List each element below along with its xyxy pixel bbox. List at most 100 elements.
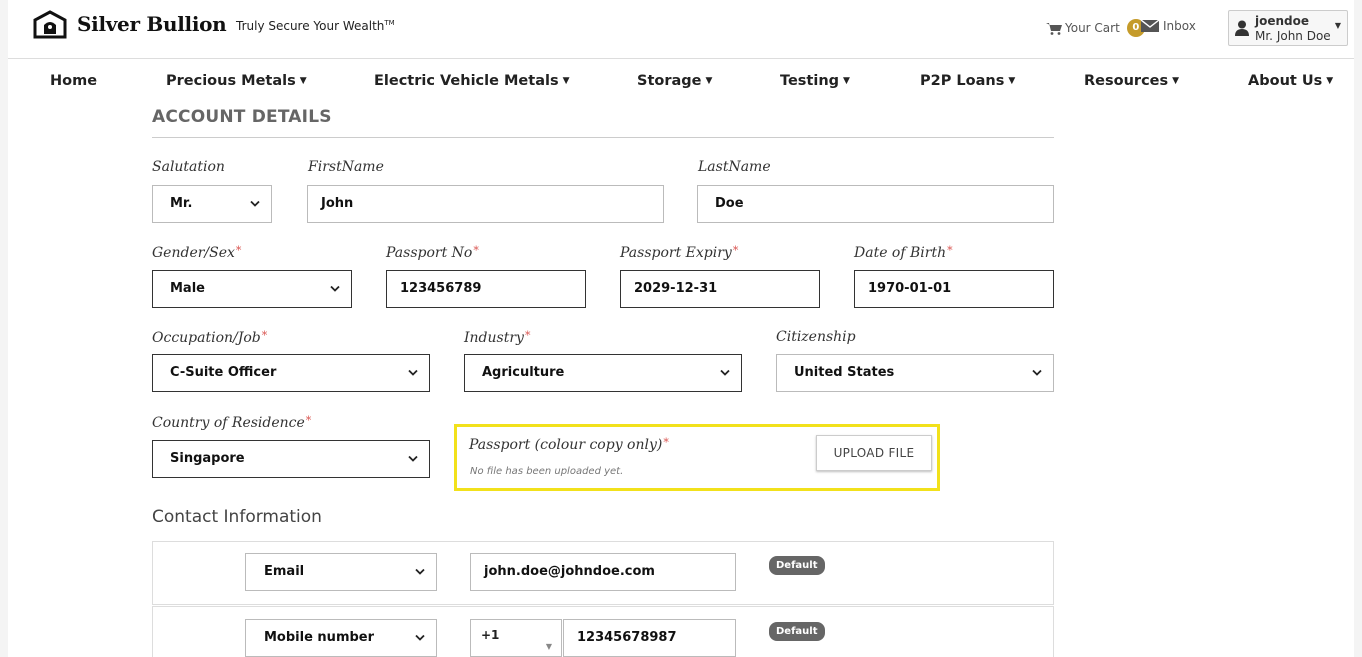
user-menu-dropdown[interactable]: joendoe Mr. John Doe ▼	[1228, 10, 1348, 46]
email-input[interactable]: john.doe@johndoe.com	[470, 553, 736, 591]
residence-select[interactable]: Singapore	[152, 440, 430, 478]
gender-label-text: Gender/Sex	[152, 245, 235, 261]
nav-label: About Us	[1248, 73, 1323, 89]
chevron-down-icon	[408, 455, 418, 462]
upload-file-button[interactable]: UPLOAD FILE	[816, 435, 932, 471]
nav-about-us[interactable]: About Us ▼	[1248, 73, 1333, 89]
envelope-icon	[1141, 20, 1159, 32]
page: Silver Bullion Truly Secure Your WealthT…	[8, 0, 1354, 657]
passport-expiry-input[interactable]: 2029-12-31	[620, 270, 820, 308]
citizenship-label: Citizenship	[776, 329, 856, 345]
upload-status-note: No file has been uploaded yet.	[470, 466, 624, 477]
gender-select[interactable]: Male	[152, 270, 352, 308]
contact-row-mobile: Mobile number +1 ▼ 12345678987 Default	[152, 606, 1054, 657]
chevron-down-icon	[1032, 369, 1042, 376]
first-name-input[interactable]: John	[307, 185, 664, 223]
residence-value: Singapore	[170, 451, 245, 466]
residence-label: Country of Residence*	[152, 414, 311, 431]
industry-value: Agriculture	[482, 365, 565, 380]
trademark-mark: TM	[384, 19, 395, 27]
contact-type-value: Mobile number	[264, 630, 375, 645]
tagline-text: Truly Secure Your Wealth	[236, 19, 385, 33]
default-badge: Default	[769, 556, 825, 575]
occupation-label: Occupation/Job*	[152, 329, 267, 346]
passport-upload-panel: Passport (colour copy only)* No file has…	[454, 424, 940, 491]
caret-down-icon: ▼	[562, 76, 570, 86]
contact-row-email: Email john.doe@johndoe.com Default	[152, 541, 1054, 605]
nav-label: Home	[50, 73, 98, 89]
gender-label: Gender/Sex*	[152, 244, 241, 261]
required-asterisk: *	[947, 244, 953, 257]
occupation-label-text: Occupation/Job	[152, 330, 261, 346]
mobile-number-input[interactable]: 12345678987	[563, 619, 736, 657]
required-asterisk: *	[235, 244, 242, 257]
occupation-value: C-Suite Officer	[170, 365, 277, 380]
passport-expiry-label-text: Passport Expiry	[620, 245, 732, 261]
caret-down-icon: ▼	[1326, 76, 1334, 86]
caret-down-icon: ▼	[299, 76, 307, 86]
caret-down-icon: ▼	[1172, 76, 1180, 86]
section-divider	[152, 137, 1054, 138]
required-asterisk: *	[261, 329, 268, 342]
dob-input[interactable]: 1970-01-01	[854, 270, 1054, 308]
top-bar: Silver Bullion Truly Secure Your WealthT…	[8, 0, 1354, 58]
passport-expiry-value: 2029-12-31	[634, 281, 718, 296]
passport-expiry-label: Passport Expiry*	[620, 244, 738, 261]
last-name-input[interactable]: Doe	[697, 185, 1054, 223]
required-asterisk: *	[663, 436, 669, 449]
main-nav: Home Precious Metals ▼ Electric Vehicle M…	[8, 59, 1354, 105]
user-icon	[1235, 20, 1249, 36]
contact-section-title: Contact Information	[152, 507, 322, 527]
nav-testing[interactable]: Testing ▼	[780, 73, 850, 89]
caret-down-icon: ▼	[705, 76, 713, 86]
caret-down-icon: ▼	[545, 642, 552, 651]
industry-label-text: Industry	[464, 330, 524, 346]
industry-label: Industry*	[464, 329, 530, 346]
nav-electric-vehicle-metals[interactable]: Electric Vehicle Metals ▼	[374, 73, 570, 89]
dob-label: Date of Birth*	[854, 244, 953, 261]
nav-precious-metals[interactable]: Precious Metals ▼	[166, 73, 307, 89]
occupation-select[interactable]: C-Suite Officer	[152, 354, 430, 392]
country-code-value: +1	[481, 628, 500, 642]
brand-name[interactable]: Silver Bullion	[77, 12, 227, 36]
tagline: Truly Secure Your WealthTM	[236, 19, 395, 33]
nav-home[interactable]: Home	[50, 73, 97, 89]
contact-type-select[interactable]: Mobile number	[245, 619, 437, 657]
passport-no-input[interactable]: 123456789	[386, 270, 586, 308]
cart-icon	[1046, 22, 1062, 35]
default-badge: Default	[769, 622, 825, 641]
required-asterisk: *	[524, 329, 531, 342]
dob-label-text: Date of Birth	[854, 245, 947, 261]
email-value: john.doe@johndoe.com	[484, 564, 655, 579]
passport-upload-label: Passport (colour copy only)*	[469, 436, 669, 453]
caret-down-icon: ▼	[843, 76, 850, 86]
nav-p2p-loans[interactable]: P2P Loans ▼	[920, 73, 1015, 89]
contact-type-select[interactable]: Email	[245, 553, 437, 591]
inbox-label: Inbox	[1163, 19, 1196, 33]
salutation-label: Salutation	[152, 159, 225, 175]
industry-select[interactable]: Agriculture	[464, 354, 742, 392]
chevron-down-icon	[720, 369, 730, 376]
nav-resources[interactable]: Resources ▼	[1084, 73, 1179, 89]
required-asterisk: *	[473, 244, 479, 257]
nav-label: Electric Vehicle Metals	[374, 73, 559, 89]
citizenship-select[interactable]: United States	[776, 354, 1054, 392]
cart-link[interactable]: Your Cart 0	[1046, 19, 1145, 37]
passport-no-label-text: Passport No	[386, 245, 473, 261]
nav-label: P2P Loans	[920, 73, 1005, 89]
salutation-value: Mr.	[170, 196, 193, 211]
salutation-select[interactable]: Mr.	[152, 185, 272, 223]
mobile-number-value: 12345678987	[577, 630, 677, 645]
home-shield-logo-icon[interactable]	[33, 10, 67, 40]
nav-storage[interactable]: Storage ▼	[637, 73, 712, 89]
gender-value: Male	[170, 281, 205, 296]
chevron-down-icon	[415, 568, 425, 575]
inbox-link[interactable]: Inbox	[1141, 19, 1196, 33]
cart-label: Your Cart	[1065, 21, 1120, 35]
chevron-down-icon	[408, 369, 418, 376]
passport-no-label: Passport No*	[386, 244, 479, 261]
contact-type-value: Email	[264, 564, 305, 579]
first-name-label: FirstName	[308, 159, 384, 175]
last-name-label: LastName	[698, 159, 771, 175]
country-code-select[interactable]: +1 ▼	[470, 619, 562, 657]
